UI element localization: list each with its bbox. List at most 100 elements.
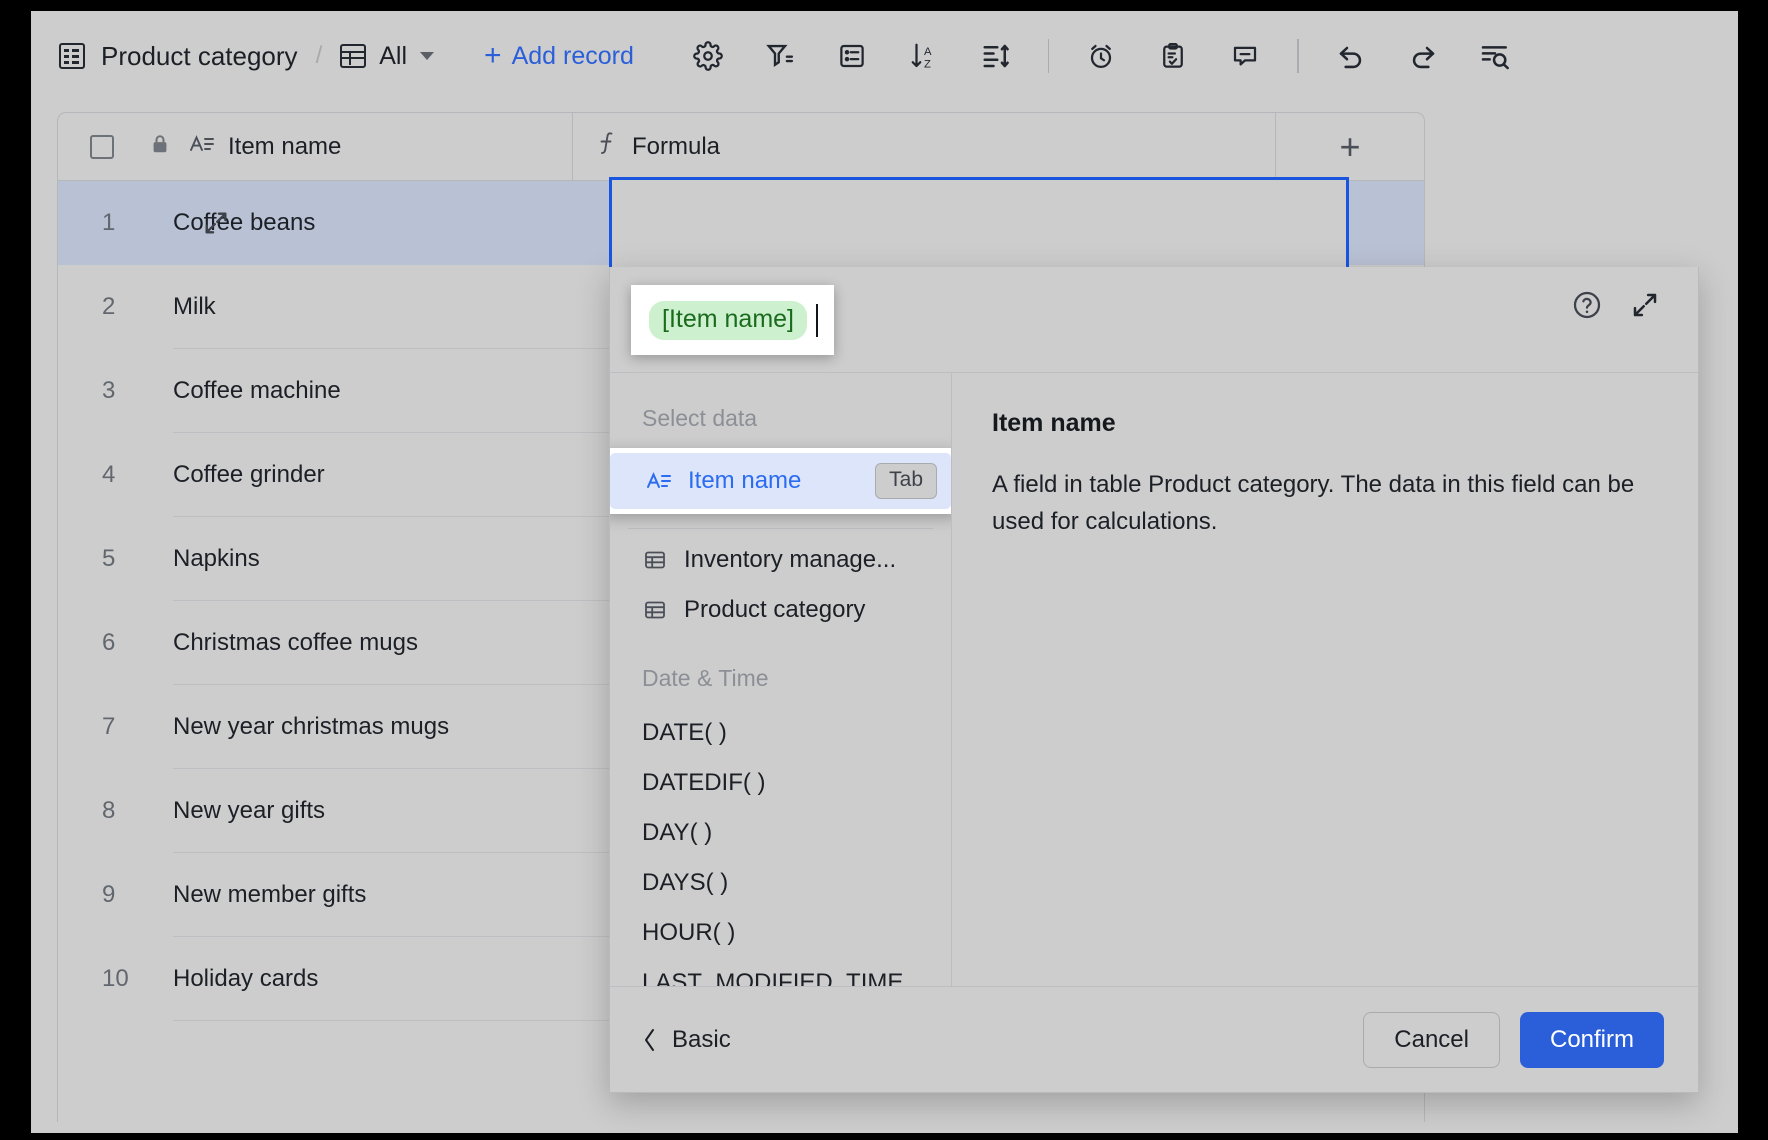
column-header-item-name[interactable]: Item name [58,113,573,180]
redo-button[interactable] [1400,33,1446,79]
suggestion-item-last-modified-time[interactable]: LAST_MODIFIED_TIME [610,958,951,986]
sort-button[interactable]: A Z [901,33,947,79]
expand-panel-button[interactable] [1630,290,1660,325]
grid-header-row: Item name Formula + [58,113,1424,181]
undo-icon [1335,40,1367,72]
reminder-button[interactable] [1078,33,1124,79]
filter-button[interactable] [757,33,803,79]
formula-panel-tools [1571,289,1660,326]
chevron-left-icon [642,1027,658,1053]
settings-button[interactable] [685,33,731,79]
expand-arrows-icon[interactable] [202,209,230,242]
breadcrumb-separator: / [316,42,323,70]
cell-item-name[interactable]: New year christmas mugs [173,685,573,769]
back-label: Basic [672,1026,731,1054]
group-header-select-data: Select data [610,391,951,448]
expand-arrows-icon [1630,290,1660,320]
app-window: Product category / All + Add record [31,11,1738,1133]
view-selector-label[interactable]: All [379,42,407,71]
cell-item-name[interactable]: Christmas coffee mugs [173,601,573,685]
cell-item-name[interactable]: Holiday cards [173,937,573,1021]
suggestion-item-day[interactable]: DAY( ) [610,808,951,858]
suggestion-item-product-category[interactable]: Product category [610,585,951,635]
toolbar: Product category / All + Add record [31,11,1738,101]
suggestion-item-hour[interactable]: HOUR( ) [610,908,951,958]
cell-item-name[interactable]: Milk [173,265,573,349]
column-header-label: Item name [228,133,341,161]
detail-title: Item name [992,409,1658,438]
suggestion-label: LAST_MODIFIED_TIME [642,969,903,986]
add-column-button[interactable]: + [1276,113,1424,180]
cell-item-name[interactable]: New member gifts [173,853,573,937]
svg-text:A: A [924,46,932,58]
row-number: 9 [58,853,173,937]
function-icon [597,131,619,162]
formula-field-token[interactable]: [Item name] [649,301,807,340]
lock-icon [149,132,171,161]
suggestion-item-inventory-management[interactable]: Inventory manage... [610,535,951,585]
alarm-clock-icon [1086,41,1116,71]
suggestion-label: HOUR( ) [642,919,735,947]
comment-button[interactable] [1222,33,1268,79]
row-number: 5 [58,517,173,601]
suggestion-label: DAY( ) [642,819,712,847]
sort-az-icon: A Z [909,41,939,71]
column-header-formula[interactable]: Formula [573,113,1276,180]
undo-button[interactable] [1328,33,1374,79]
plus-icon: + [1339,129,1360,165]
formula-cell-editing[interactable] [609,177,1349,273]
back-to-basic-button[interactable]: Basic [642,1026,731,1054]
footer-actions: Cancel Confirm [1363,1012,1664,1068]
grid-icon [642,548,668,572]
row-height-button[interactable] [973,33,1019,79]
suggestion-label: DATE( ) [642,719,727,747]
cell-item-name[interactable]: Coffee beans [173,181,573,265]
toolbar-divider [1048,39,1050,73]
suggestion-item-datedif[interactable]: DATEDIF( ) [610,758,951,808]
suggestion-item-days[interactable]: DAYS( ) [610,858,951,908]
column-header-formula-label: Formula [632,133,720,161]
cell-item-name[interactable]: Coffee machine [173,349,573,433]
confirm-button[interactable]: Confirm [1520,1012,1664,1068]
text-field-icon [646,469,672,493]
add-record-button[interactable]: + Add record [484,41,634,71]
formula-detail-panel: Item name A field in table Product categ… [952,373,1698,986]
grid-icon [340,44,366,68]
list-detail-icon [837,41,867,71]
table-list-icon [59,43,85,69]
detail-description: A field in table Product category. The d… [992,466,1658,540]
suggestion-label: Inventory manage... [684,546,896,574]
help-button[interactable] [1571,289,1603,326]
clipboard-check-icon [1158,41,1188,71]
cell-item-name[interactable]: Coffee grinder [173,433,573,517]
gear-icon [693,41,723,71]
row-number: 10 [58,937,173,1021]
group-button[interactable] [829,33,875,79]
form-button[interactable] [1150,33,1196,79]
formula-panel-body: Select data Item name Tab [610,372,1698,986]
formula-input[interactable]: [Item name] [631,285,834,355]
list-divider [628,528,933,529]
cancel-button[interactable]: Cancel [1363,1012,1500,1068]
text-field-icon [189,132,215,161]
formula-editor-panel: [Item name] [609,267,1699,1093]
question-circle-icon [1571,289,1603,321]
row-number: 2 [58,265,173,349]
cell-item-name[interactable]: Napkins [173,517,573,601]
formula-suggestion-list[interactable]: Select data Item name Tab [610,373,952,986]
row-number: 7 [58,685,173,769]
suggestion-item-date[interactable]: DATE( ) [610,708,951,758]
suggestion-label: Product category [684,596,865,624]
redo-icon [1407,40,1439,72]
search-button[interactable] [1472,33,1518,79]
suggestion-item-item-name[interactable]: Item name Tab [610,448,952,514]
cell-item-name[interactable]: New year gifts [173,769,573,853]
chevron-down-icon[interactable] [420,52,434,60]
row-number: 8 [58,769,173,853]
row-height-icon [981,41,1011,71]
row-number: 6 [58,601,173,685]
checkbox-icon[interactable] [90,135,114,159]
shortcut-badge: Tab [875,463,937,499]
suggestion-label: DATEDIF( ) [642,769,766,797]
suggestion-label: DAYS( ) [642,869,728,897]
